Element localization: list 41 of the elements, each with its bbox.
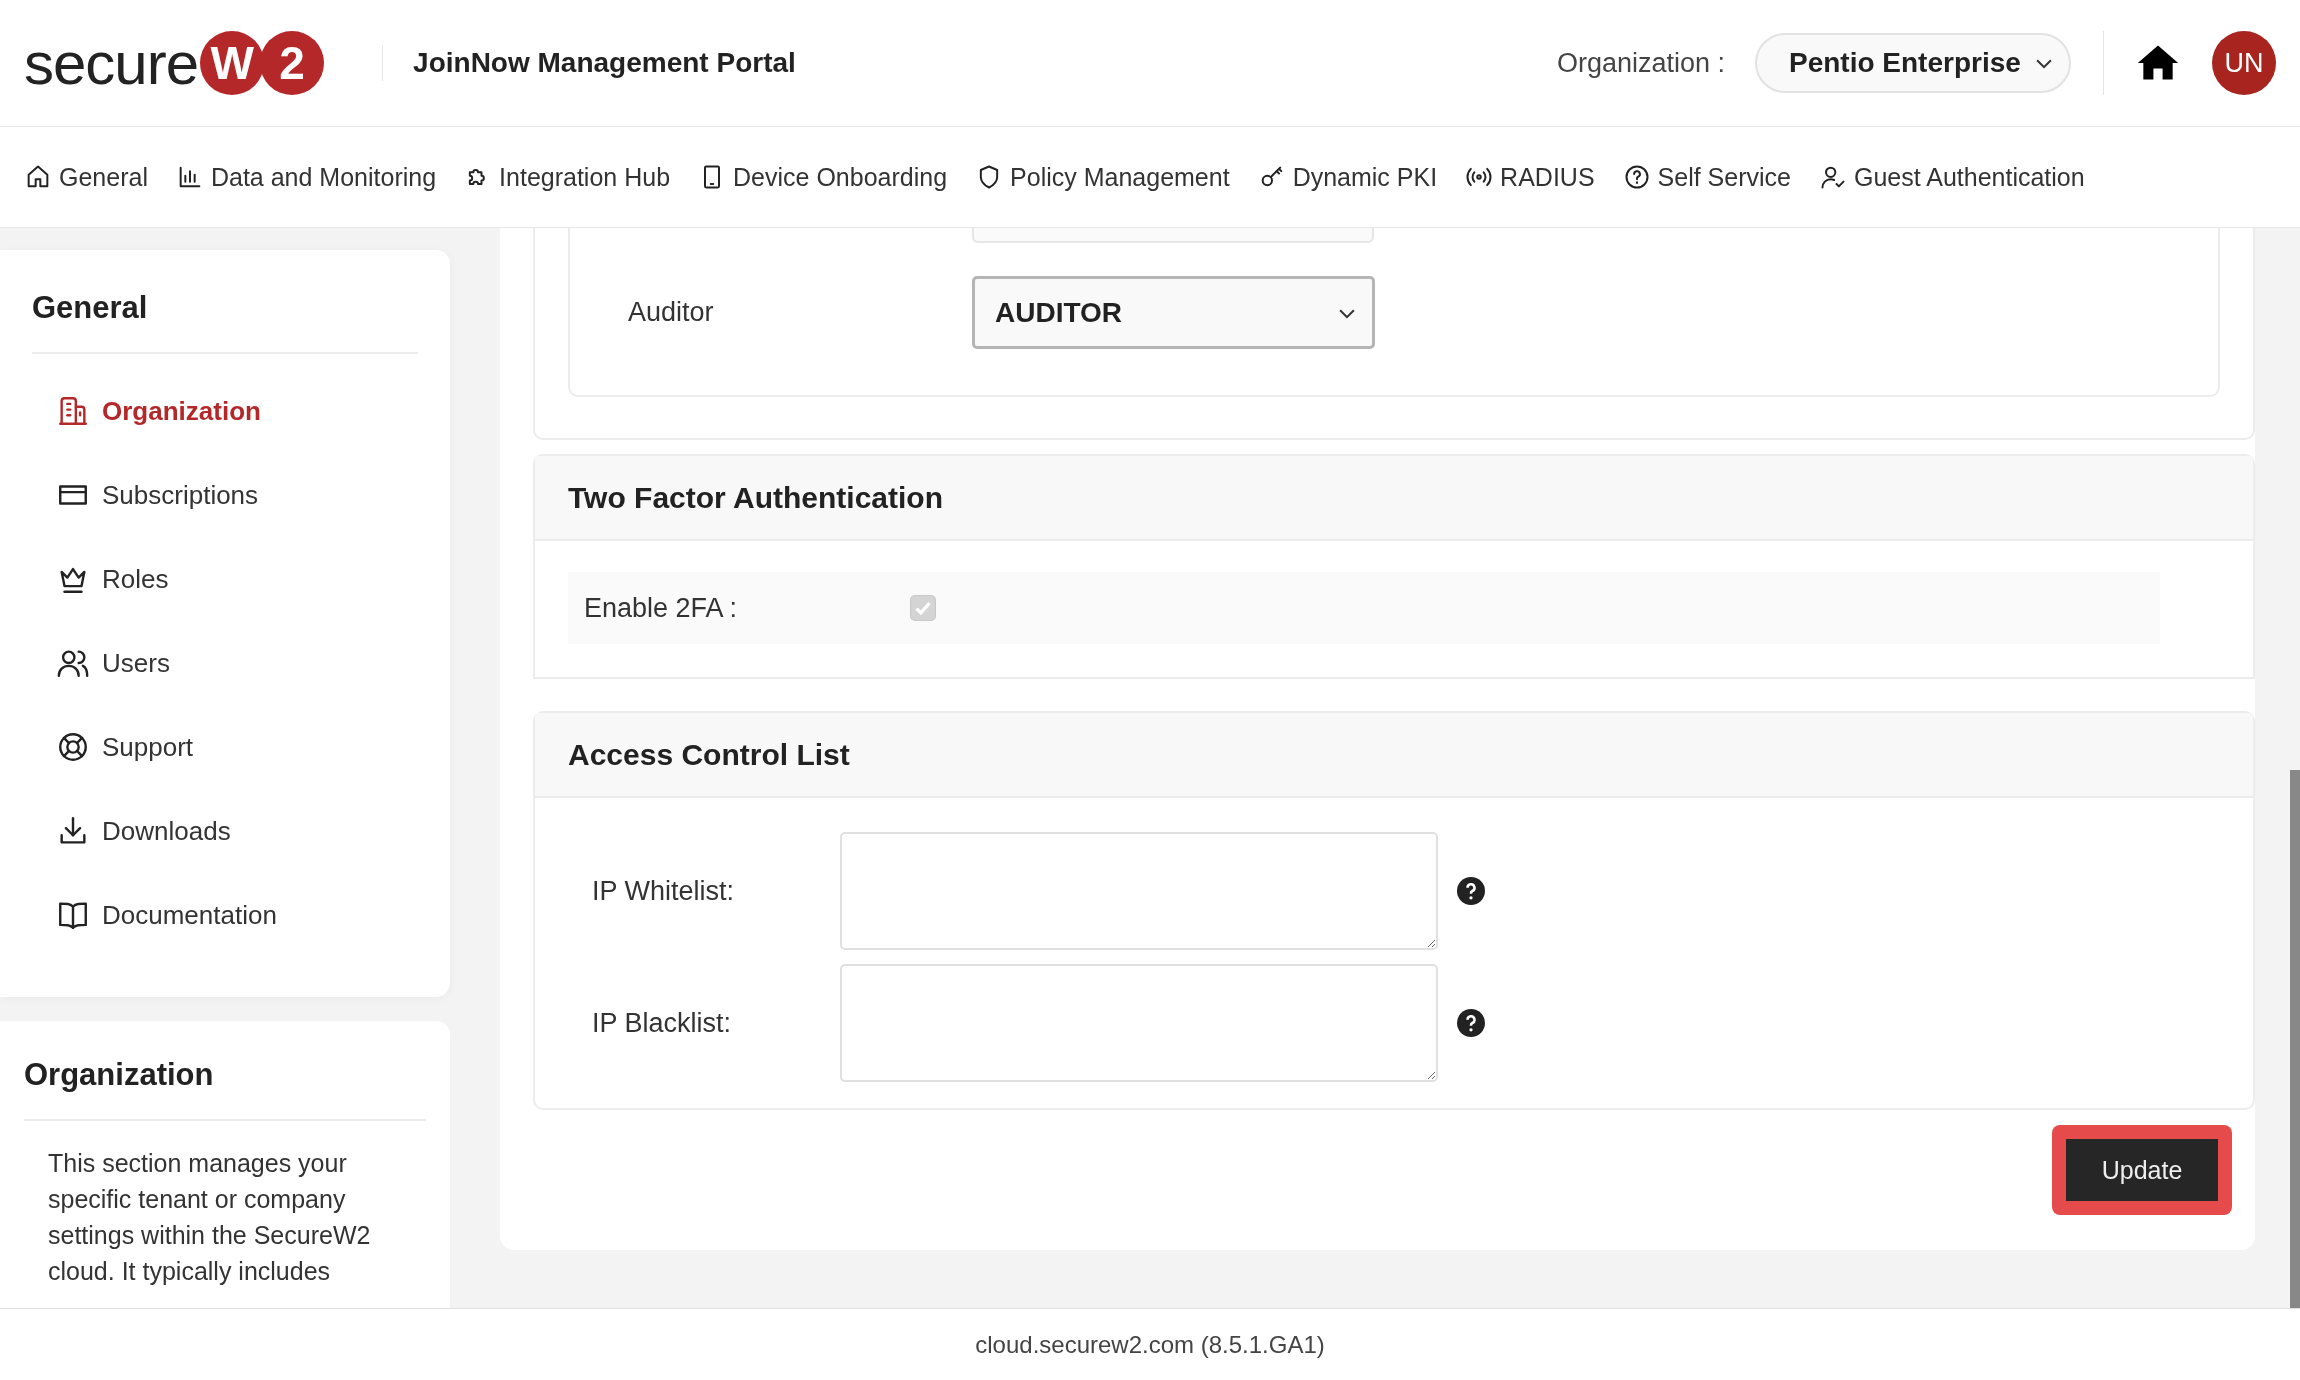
nav-tab[interactable]: Dynamic PKI [1257,162,1438,192]
sidebar-item[interactable]: Users [56,646,418,680]
logo: secure W 2 [24,28,325,98]
nav-tab[interactable]: Policy Management [975,162,1230,192]
nav-tab[interactable]: Self Service [1622,162,1791,192]
help-icon[interactable] [1457,1009,1485,1037]
nav-tab[interactable]: General [24,162,148,192]
role-dropdown[interactable]: AUDITOR [972,276,1375,349]
sidebar-item[interactable]: Subscriptions [56,478,418,512]
sidebar-title: General [32,290,418,354]
organization-label: Organization : [1556,47,1725,79]
organization-dropdown[interactable]: Pentio Enterprise [1755,33,2071,93]
field-label: Enable 2FA : [584,592,739,624]
sidebar-item[interactable]: Support [56,730,418,764]
nav-tab[interactable]: Guest Authentication [1818,162,2085,192]
footer-text: cloud.securew2.com (8.5.1.GA1) [975,1330,1325,1359]
portal-title: JoinNow Management Portal [413,47,796,79]
lifebuoy-icon [56,730,90,764]
nav-tab[interactable]: Device Onboarding [698,162,948,192]
field-label: IP Whitelist: [592,875,736,907]
sidebar-item[interactable]: Organization [56,394,418,428]
text-area[interactable] [840,964,1438,1082]
field-label: IP Blacklist: [592,1007,733,1039]
nav-tab[interactable]: Integration Hub [464,162,671,192]
section-title: Two Factor Authentication [568,480,943,515]
nav-tab[interactable]: Data and Monitoring [175,162,437,192]
input-field[interactable] [972,228,1374,243]
sidebar-item[interactable]: Roles [56,562,418,596]
field-label: Auditor [628,297,715,328]
section-title: Access Control List [568,737,850,772]
help-icon[interactable] [1457,877,1485,905]
text-area[interactable] [840,832,1438,950]
info-text: This section manages your specific tenant or company settings within the SecureW2 cloud. It typically includes [48,1148,372,1287]
update-button[interactable]: Update [2066,1139,2218,1201]
sidebar-item[interactable]: Documentation [56,898,418,932]
building-icon [56,394,90,428]
info-title: Organization [24,1057,426,1121]
nav-tab[interactable]: RADIUS [1465,162,1595,192]
sidebar-item[interactable]: Downloads [56,814,418,848]
user-avatar[interactable]: UN [2212,31,2276,95]
scrollbar-thumb[interactable] [2290,770,2300,1308]
